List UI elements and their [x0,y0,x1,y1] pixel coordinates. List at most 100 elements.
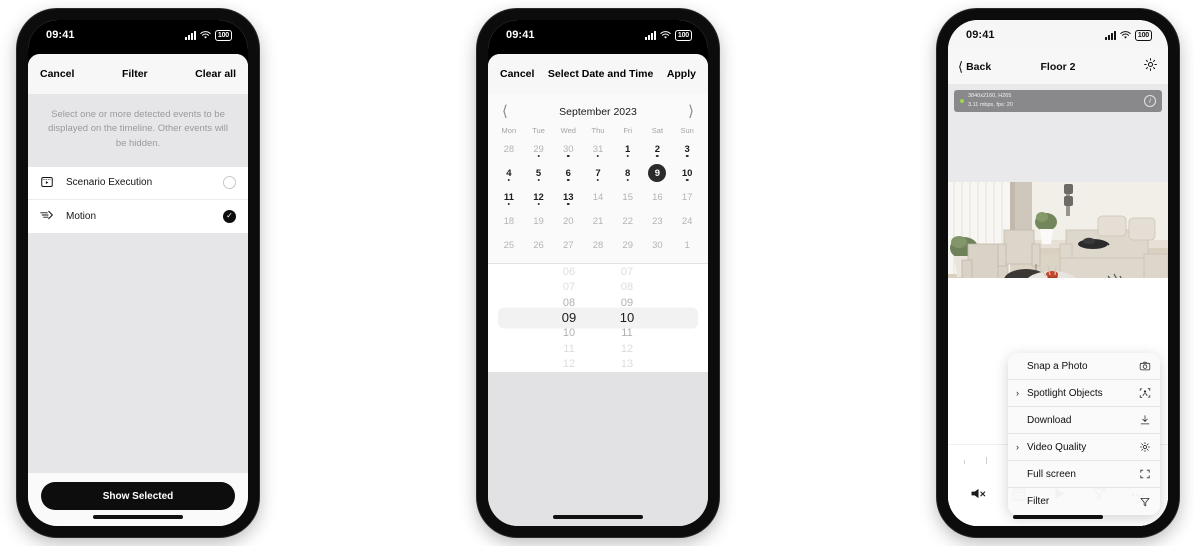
time-option[interactable]: 10 [549,326,589,341]
datetime-sheet: Cancel Select Date and Time Apply ⟨ Sept… [488,54,708,526]
home-indicator[interactable] [1013,515,1103,519]
page-title: Filter [121,68,148,80]
time-option[interactable]: 09 [607,295,647,310]
menu-item-filter[interactable]: › Filter [1008,488,1160,515]
menu-item-label: Snap a Photo [1027,360,1088,372]
phone-2-screen: 09:41 100 Cancel Select Date and Time Ap… [488,20,708,526]
calendar-day[interactable]: 10 [672,161,702,185]
camera-nav-bar: ⟨ Back Floor 2 [948,50,1168,84]
time-option[interactable]: 11 [549,341,589,356]
speaker-mute-icon[interactable] [970,486,987,506]
calendar-day[interactable]: 6 [553,161,583,185]
hour-column[interactable]: 06 07 08 09 10 11 12 [549,264,589,372]
wifi-icon [200,30,211,39]
radio-unselected[interactable] [223,176,236,190]
calendar-day[interactable]: 28 [494,137,524,161]
back-button[interactable]: ⟨ Back [958,59,991,75]
calendar-day[interactable]: 25 [494,233,524,257]
calendar-day[interactable]: 27 [553,233,583,257]
menu-item-spotlight-objects[interactable]: › Spotlight Objects [1008,380,1160,407]
time-option[interactable]: 06 [549,264,589,279]
calendar-day[interactable]: 2 [643,137,673,161]
calendar-day[interactable]: 15 [613,185,643,209]
cancel-button[interactable]: Cancel [500,68,534,80]
apply-button[interactable]: Apply [667,68,696,80]
calendar-day[interactable]: 19 [524,209,554,233]
status-time: 09:41 [46,29,75,41]
time-option[interactable]: 07 [549,279,589,294]
calendar-day[interactable]: 29 [524,137,554,161]
time-option[interactable]: 12 [549,357,589,372]
calendar-day[interactable]: 11 [494,185,524,209]
list-item-label: Motion [66,210,97,222]
motion-arrows-icon [40,208,60,224]
time-picker[interactable]: 06 07 08 09 10 11 12 07 08 09 10 11 12 13 [488,264,708,372]
menu-item-download[interactable]: › Download [1008,407,1160,434]
minute-column[interactable]: 07 08 09 10 11 12 13 [607,264,647,372]
calendar-day[interactable]: 13 [553,185,583,209]
show-selected-button[interactable]: Show Selected [41,482,235,510]
menu-item-label: Download [1027,414,1072,426]
calendar-day[interactable]: 31 [583,137,613,161]
time-option[interactable]: 11 [607,326,647,341]
home-indicator[interactable] [553,515,643,519]
camera-icon [1139,360,1151,372]
battery-icon: 100 [214,29,232,41]
home-indicator[interactable] [93,515,183,519]
menu-item-video-quality[interactable]: › Video Quality [1008,434,1160,461]
calendar-day[interactable]: 9 [643,161,673,185]
calendar-day[interactable]: 22 [613,209,643,233]
calendar-day[interactable]: 23 [643,209,673,233]
weekday-label: Sat [651,126,664,135]
calendar-day[interactable]: 12 [524,185,554,209]
radio-selected[interactable]: ✓ [223,209,236,223]
status-bar: 09:41 100 [948,20,1168,50]
calendar-day[interactable]: 28 [583,233,613,257]
calendar-day[interactable]: 24 [672,209,702,233]
calendar-day[interactable]: 21 [583,209,613,233]
menu-item-full-screen[interactable]: › Full screen [1008,461,1160,488]
video-player[interactable]: 3840x2160, H265 3.11 mbps, fps: 20 i [948,84,1168,312]
calendar-day[interactable]: 3 [672,137,702,161]
gear-icon[interactable] [1143,57,1158,77]
chevron-left-icon[interactable]: ⟨ [502,104,508,119]
calendar-day[interactable]: 18 [494,209,524,233]
calendar-day[interactable]: 1 [672,233,702,257]
list-item[interactable]: Scenario Execution [28,167,248,200]
calendar-day[interactable]: 20 [553,209,583,233]
weekday-label: Tue [532,126,545,135]
time-option[interactable]: 13 [607,357,647,372]
wifi-icon [660,30,671,39]
phone-2-body: Cancel Select Date and Time Apply ⟨ Sept… [488,50,708,526]
calendar-day[interactable]: 17 [672,185,702,209]
calendar-day[interactable]: 26 [524,233,554,257]
menu-item-snap-a-photo[interactable]: › Snap a Photo [1008,353,1160,380]
chevron-right-icon[interactable]: ⟩ [688,104,694,119]
calendar-day[interactable]: 7 [583,161,613,185]
calendar-day[interactable]: 4 [494,161,524,185]
calendar-day[interactable]: 29 [613,233,643,257]
time-option[interactable]: 08 [549,295,589,310]
calendar-day[interactable]: 30 [643,233,673,257]
calendar-day[interactable]: 16 [643,185,673,209]
calendar-day[interactable]: 14 [583,185,613,209]
chevron-left-icon: ⟨ [958,59,964,74]
time-option[interactable]: 08 [607,279,647,294]
clear-all-button[interactable]: Clear all [195,68,236,80]
time-option[interactable]: 12 [607,341,647,356]
calendar-day-grid: 28 29 30 31 1 2 3 4 5 6 7 8 9 10 11 12 13 14 15 16 17 18 19 20 2… [494,137,702,257]
time-option[interactable]: 09 [549,310,589,325]
time-option[interactable]: 10 [607,310,647,325]
calendar-day[interactable]: 30 [553,137,583,161]
notch [95,20,181,41]
calendar: ⟨ September 2023 ⟩ Mon Tue Wed Thu Fri Sat Sun… [488,94,708,264]
phone-3-camera: 09:41 100 ⟨ Back Floor 2 3840x2160, H265… [937,9,1179,537]
time-option[interactable]: 07 [607,264,647,279]
list-item[interactable]: Motion ✓ [28,200,248,233]
calendar-day[interactable]: 8 [613,161,643,185]
cancel-button[interactable]: Cancel [40,68,74,80]
datetime-sheet-nav: Cancel Select Date and Time Apply [488,54,708,94]
info-icon[interactable]: i [1144,95,1156,107]
calendar-day[interactable]: 1 [613,137,643,161]
calendar-day[interactable]: 5 [524,161,554,185]
